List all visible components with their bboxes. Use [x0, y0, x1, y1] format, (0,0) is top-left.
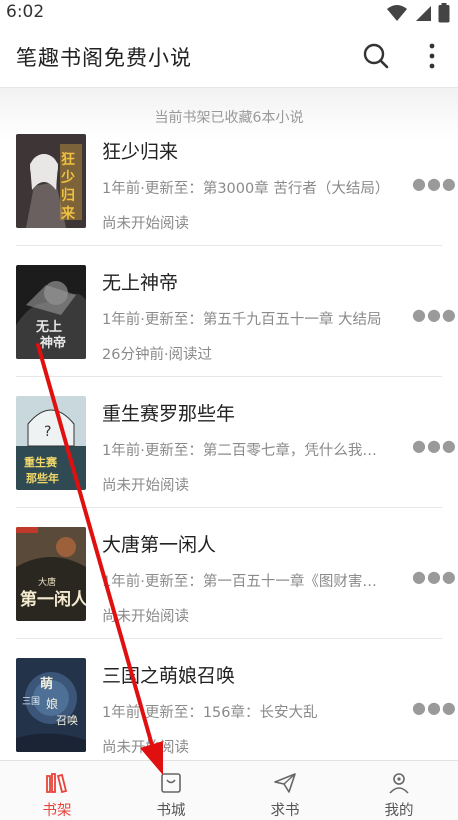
status-time: 6:02 [6, 2, 45, 22]
book-cover: ? 重生赛 那些年 [16, 396, 86, 490]
tab-label: 求书 [270, 803, 300, 819]
book-update-info: 1年前·更新至：第一百五十一章《图财害… [102, 574, 377, 590]
book-read-status: 尚未开始阅读 [102, 216, 189, 232]
paper-plane-icon [274, 773, 296, 793]
book-read-status: 26分钟前·阅读过 [102, 347, 213, 363]
divider [16, 507, 442, 508]
book-read-status: 尚未开始阅读 [102, 609, 189, 625]
svg-text:那些年: 那些年 [26, 471, 59, 485]
user-icon [389, 773, 409, 794]
book-title: 重生赛罗那些年 [102, 403, 236, 425]
book-update-info: 1年前·更新至：第二百零七章，凭什么我… [102, 443, 377, 459]
svg-text:重生赛: 重生赛 [24, 455, 58, 469]
tab-label: 书架 [42, 803, 72, 819]
book-more-icon[interactable]: ●●● [412, 174, 457, 193]
tab-store[interactable]: 书城 [114, 761, 228, 820]
bookshelf-icon [46, 773, 68, 794]
book-more-icon[interactable]: ●●● [412, 305, 457, 324]
status-icons [386, 3, 450, 23]
book-cover: 无上 神帝 [16, 265, 86, 359]
wifi-icon [387, 5, 407, 21]
svg-text:狂: 狂 [61, 151, 75, 168]
bookshelf-list[interactable]: 当前书架已收藏6本小说 狂 少 归 来 狂少归来 1年前·更新至：第3000章 … [0, 88, 458, 760]
signal-icon [416, 6, 431, 21]
book-more-icon[interactable]: ●●● [412, 436, 457, 455]
svg-text:无上: 无上 [35, 320, 62, 335]
tab-label: 书城 [156, 803, 186, 819]
divider [16, 638, 442, 639]
tab-bookshelf[interactable]: 书架 [0, 761, 114, 820]
bottom-tab-bar: 书架 书城 求书 我的 [0, 760, 458, 820]
svg-text:少: 少 [60, 169, 75, 186]
tab-label: 我的 [384, 803, 414, 819]
svg-text:第一闲人: 第一闲人 [20, 589, 86, 610]
svg-text:萌: 萌 [40, 676, 53, 692]
shelf-notice-text: 当前书架已收藏6本小说 [154, 110, 304, 126]
status-bar: 6:02 [0, 0, 458, 26]
svg-text:召唤: 召唤 [56, 713, 78, 727]
svg-text:神帝: 神帝 [40, 335, 66, 351]
book-item[interactable]: 萌 娘 三国 召唤 三国之萌娘召唤 1年前·更新至：156章：长安大乱 尚未开始… [0, 654, 458, 760]
book-item[interactable]: 狂 少 归 来 狂少归来 1年前·更新至：第3000章 苦行者（大结局） 尚未开… [0, 130, 458, 261]
book-update-info: 1年前·更新至：第3000章 苦行者（大结局） [102, 181, 390, 197]
battery-icon [438, 3, 450, 23]
book-title: 大唐第一闲人 [102, 534, 217, 556]
book-item[interactable]: 无上 神帝 无上神帝 1年前·更新至：第五千九百五十一章 大结局 26分钟前·阅… [0, 261, 458, 392]
book-cover: 萌 娘 三国 召唤 [16, 658, 86, 752]
book-title: 无上神帝 [102, 272, 179, 294]
book-update-info: 1年前·更新至：第五千九百五十一章 大结局 [102, 312, 382, 328]
divider [16, 376, 442, 377]
book-cover: 大唐 第一闲人 [16, 527, 86, 621]
book-update-info: 1年前·更新至：156章：长安大乱 [102, 705, 318, 721]
book-more-icon[interactable]: ●●● [412, 567, 457, 586]
svg-text:三国: 三国 [22, 696, 40, 707]
tab-profile[interactable]: 我的 [342, 761, 456, 820]
more-options-icon[interactable] [420, 40, 444, 72]
book-read-status: 尚未开始阅读 [102, 740, 189, 756]
app-title: 笔趣书阁免费小说 [16, 46, 192, 70]
search-icon[interactable] [362, 42, 390, 70]
book-cover: 狂 少 归 来 [16, 134, 86, 228]
app-bar: 笔趣书阁免费小说 [0, 26, 458, 88]
svg-text:?: ? [44, 424, 51, 440]
svg-text:大唐: 大唐 [38, 576, 56, 588]
book-title: 狂少归来 [102, 141, 179, 163]
tab-request-book[interactable]: 求书 [228, 761, 342, 820]
svg-text:来: 来 [60, 206, 76, 222]
book-read-status: 尚未开始阅读 [102, 478, 189, 494]
divider [16, 245, 442, 246]
book-more-icon[interactable]: ●●● [412, 698, 457, 717]
store-bag-icon [161, 773, 181, 793]
book-title: 三国之萌娘召唤 [102, 665, 236, 687]
book-item[interactable]: ? 重生赛 那些年 重生赛罗那些年 1年前·更新至：第二百零七章，凭什么我… 尚… [0, 392, 458, 523]
svg-text:归: 归 [61, 187, 75, 204]
svg-text:娘: 娘 [46, 696, 58, 711]
book-item[interactable]: 大唐 第一闲人 大唐第一闲人 1年前·更新至：第一百五十一章《图财害… 尚未开始… [0, 523, 458, 654]
